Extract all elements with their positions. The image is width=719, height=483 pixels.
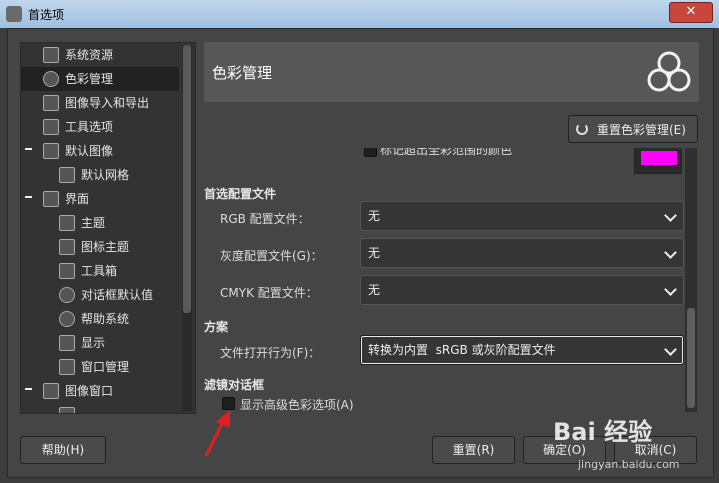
- sidebar-item-dialog-defaults[interactable]: 对话框默认值: [21, 283, 179, 307]
- out-of-gamut-color-button[interactable]: [634, 148, 682, 174]
- interface-icon: [43, 191, 59, 207]
- sidebar-tree: 系统资源 色彩管理 图像导入和导出 工具选项 默认图像 默认网格 界面 主题 图…: [20, 42, 196, 414]
- rgb-profile-value: 无: [368, 209, 381, 223]
- sidebar-item-system-resources[interactable]: 系统资源: [21, 43, 179, 67]
- title-bar: 首选项 ✕: [0, 0, 719, 28]
- cmyk-profile-dropdown[interactable]: 无: [360, 275, 684, 305]
- out-of-gamut-label: 标记超出全彩范围的颜色: [380, 148, 513, 157]
- toolbox-icon: [59, 263, 75, 279]
- sidebar-item-image-window[interactable]: 图像窗口: [21, 379, 179, 403]
- sidebar-item-default-grid[interactable]: 默认网格: [21, 163, 179, 187]
- grid-icon: [59, 167, 75, 183]
- sidebar-item-tool-options[interactable]: 工具选项: [21, 115, 179, 139]
- sidebar-item-partial[interactable]: [21, 403, 179, 413]
- display-icon: [59, 335, 75, 351]
- sidebar-item-image-import-export[interactable]: 图像导入和导出: [21, 91, 179, 115]
- out-of-gamut-swatch: [641, 151, 677, 165]
- collapse-icon[interactable]: [25, 148, 32, 150]
- sidebar-item-label: 主题: [81, 216, 106, 230]
- help-button[interactable]: 帮助(H): [20, 436, 106, 464]
- cmyk-profile-value: 无: [368, 283, 381, 297]
- reset-button[interactable]: 重置(R): [432, 436, 515, 464]
- sidebar-item-label: 帮助系统: [81, 312, 130, 326]
- sidebar-item-label: 默认图像: [65, 144, 114, 158]
- sidebar-item-label: 窗口管理: [81, 360, 130, 374]
- settings-scroll-thumb[interactable]: [687, 308, 695, 408]
- sidebar-item-label: 界面: [65, 192, 90, 206]
- dialog-defaults-icon: [59, 287, 75, 303]
- annotation-arrow-icon: [204, 410, 230, 457]
- rgb-profile-dropdown[interactable]: 无: [360, 201, 684, 231]
- reset-color-management-label: 重置色彩管理(E): [597, 123, 686, 137]
- filter-dialogs-heading: 滤镜对话框: [204, 378, 265, 392]
- sidebar-item-label: 色彩管理: [65, 72, 114, 86]
- sidebar-item-label: 工具箱: [81, 264, 118, 278]
- settings-scrollbar[interactable]: [685, 148, 697, 412]
- sidebar-item-display[interactable]: 显示: [21, 331, 179, 355]
- sidebar-scrollbar[interactable]: [182, 45, 192, 411]
- out-of-gamut-checkbox[interactable]: [364, 148, 377, 157]
- appearance-icon: [59, 407, 75, 413]
- settings-panel: 标记超出全彩范围的颜色 首选配置文件 RGB 配置文件： 无 灰度配置文件(G)…: [204, 148, 684, 412]
- page-title: 色彩管理: [212, 64, 273, 82]
- close-button[interactable]: ✕: [669, 2, 713, 23]
- chevron-down-icon: [664, 246, 677, 259]
- grayscale-profile-dropdown[interactable]: 无: [360, 238, 684, 268]
- chevron-down-icon: [664, 343, 677, 356]
- policy-heading: 方案: [204, 320, 229, 334]
- collapse-icon[interactable]: [25, 196, 32, 198]
- file-open-behavior-dropdown[interactable]: 转换为内置 sRGB 或灰阶配置文件: [360, 335, 684, 365]
- sidebar-item-toolbox[interactable]: 工具箱: [21, 259, 179, 283]
- sidebar-item-color-management[interactable]: 色彩管理: [21, 67, 179, 91]
- sidebar-scroll-thumb[interactable]: [183, 45, 191, 313]
- sidebar-item-icon-theme[interactable]: 图标主题: [21, 235, 179, 259]
- sidebar-item-default-image[interactable]: 默认图像: [21, 139, 179, 163]
- sidebar-item-interface[interactable]: 界面: [21, 187, 179, 211]
- sidebar-item-label: 默认网格: [81, 168, 130, 182]
- file-open-behavior-value: 转换为内置 sRGB 或灰阶配置文件: [368, 343, 556, 357]
- chevron-down-icon: [664, 283, 677, 296]
- color-management-logo-icon: [647, 51, 691, 92]
- chip-icon: [43, 47, 59, 63]
- collapse-icon[interactable]: [25, 388, 32, 390]
- help-system-icon: [59, 311, 75, 327]
- sidebar-item-label: 图像窗口: [65, 384, 114, 398]
- icon-theme-icon: [59, 239, 75, 255]
- cmyk-profile-label: CMYK 配置文件：: [220, 286, 318, 300]
- default-image-icon: [43, 143, 59, 159]
- watermark-brand: Bai 经验: [553, 418, 653, 446]
- sidebar-item-help-system[interactable]: 帮助系统: [21, 307, 179, 331]
- sidebar-item-label: 图像导入和导出: [65, 96, 150, 110]
- sidebar-item-label: 工具选项: [65, 120, 114, 134]
- window-title: 首选项: [28, 8, 65, 22]
- sidebar-item-window-management[interactable]: 窗口管理: [21, 355, 179, 379]
- grayscale-profile-label: 灰度配置文件(G)：: [220, 249, 323, 263]
- window-management-icon: [59, 359, 75, 375]
- sidebar-item-label: 对话框默认值: [81, 288, 154, 302]
- chevron-down-icon: [664, 209, 677, 222]
- sidebar-item-label: 系统资源: [65, 48, 114, 62]
- image-import-icon: [43, 95, 59, 111]
- sidebar-item-theme[interactable]: 主题: [21, 211, 179, 235]
- reset-color-management-button[interactable]: 重置色彩管理(E): [568, 115, 698, 143]
- rgb-profile-label: RGB 配置文件：: [220, 212, 310, 226]
- file-open-behavior-label: 文件打开行为(F)：: [220, 346, 321, 360]
- app-icon: [6, 6, 22, 22]
- sidebar-item-label: 显示: [81, 336, 106, 350]
- page-header: 色彩管理: [204, 42, 699, 102]
- sidebar-item-label: 图标主题: [81, 240, 130, 254]
- advanced-color-options-label: 显示高级色彩选项(A): [240, 398, 354, 412]
- grayscale-profile-value: 无: [368, 246, 381, 260]
- watermark-url: jingyan.baidu.com: [578, 458, 680, 471]
- reset-icon: [576, 123, 588, 135]
- theme-icon: [59, 215, 75, 231]
- preferred-profiles-heading: 首选配置文件: [204, 187, 277, 201]
- color-circles-icon: [43, 71, 59, 87]
- image-window-icon: [43, 383, 59, 399]
- tool-options-icon: [43, 119, 59, 135]
